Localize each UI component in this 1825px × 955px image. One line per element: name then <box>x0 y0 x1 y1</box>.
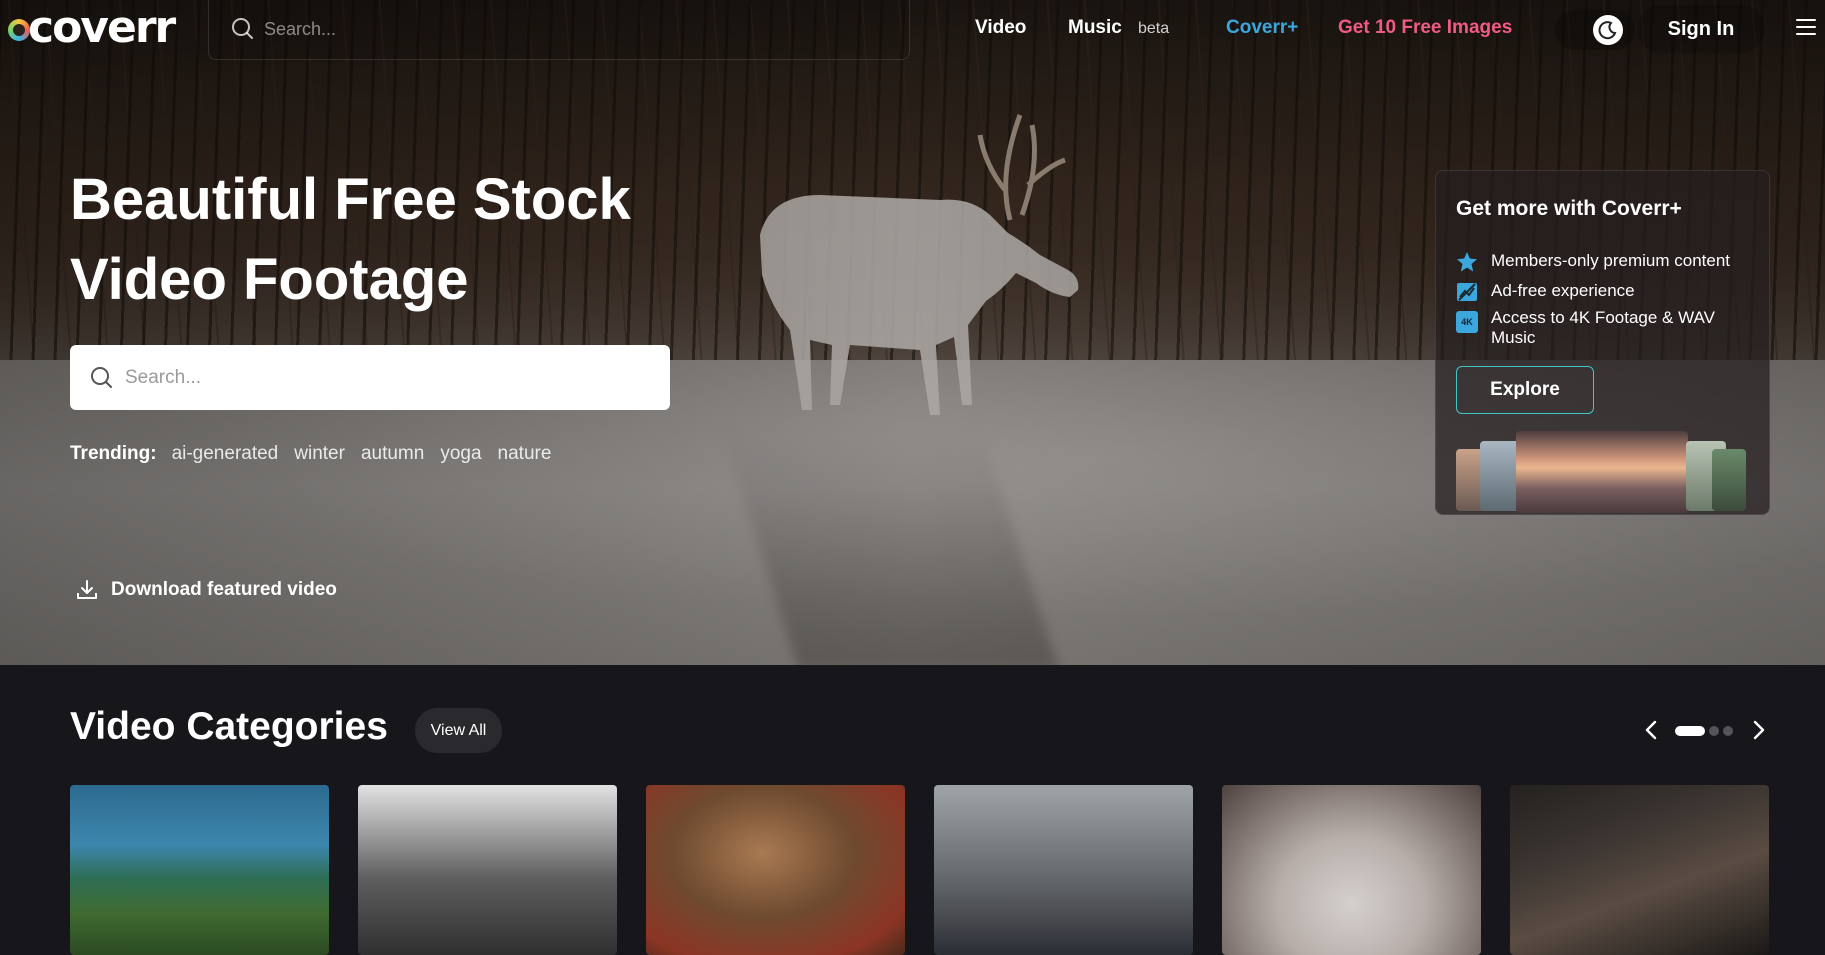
coverr-plus-card: Get more with Coverr+ Members-only premi… <box>1435 170 1770 515</box>
preview-thumbnails <box>1456 431 1756 514</box>
trending-tag-winter[interactable]: winter <box>294 443 345 465</box>
hero-search-box[interactable] <box>70 345 670 410</box>
view-all-button[interactable]: View All <box>415 708 502 753</box>
explore-button[interactable]: Explore <box>1456 366 1594 414</box>
feature-label: Access to 4K Footage & WAV Music <box>1491 308 1715 347</box>
trending-tag-nature[interactable]: nature <box>498 443 552 465</box>
ad-free-icon <box>1456 281 1478 303</box>
moon-icon <box>1593 15 1623 45</box>
headline-line-2: Video Footage <box>70 247 469 312</box>
preview-thumbnail <box>1480 441 1520 511</box>
trending-label: Trending: <box>70 443 157 464</box>
nav-link-music[interactable]: Music <box>1068 17 1122 39</box>
category-card[interactable] <box>646 785 905 955</box>
preview-thumbnail <box>1516 431 1688 513</box>
chevron-right-icon[interactable] <box>1746 718 1770 742</box>
pager-dot-3[interactable] <box>1723 726 1733 736</box>
trending-row: Trending: ai-generated winter autumn yog… <box>70 443 567 465</box>
feature-label: Members-only premium content <box>1491 251 1731 270</box>
search-icon <box>91 367 112 388</box>
pager-dot-1[interactable] <box>1675 726 1705 736</box>
hero-section: Beautiful Free Stock Video Footage Trend… <box>0 0 1825 665</box>
top-navigation: coverr Video Music beta Coverr+ Get 10 F… <box>0 0 1825 60</box>
category-card[interactable] <box>934 785 1193 955</box>
menu-icon[interactable] <box>1796 19 1816 37</box>
chevron-left-icon[interactable] <box>1640 718 1664 742</box>
nav-link-coverr-plus[interactable]: Coverr+ <box>1226 17 1298 39</box>
search-icon <box>232 18 253 39</box>
music-beta-badge: beta <box>1138 20 1170 37</box>
coverr-plus-card-title: Get more with Coverr+ <box>1456 197 1682 220</box>
coverr-logo[interactable]: coverr <box>8 2 176 54</box>
category-card[interactable] <box>1222 785 1481 955</box>
star-icon <box>1456 251 1478 273</box>
trending-tag-autumn[interactable]: autumn <box>361 443 424 465</box>
download-icon <box>77 580 97 599</box>
feature-4k-wav: 4K Access to 4K Footage & WAV Music <box>1456 308 1756 348</box>
download-featured-video-button[interactable]: Download featured video <box>75 578 337 602</box>
logo-text: coverr <box>28 2 176 53</box>
feature-premium-content: Members-only premium content <box>1456 251 1756 273</box>
hero-search-input[interactable] <box>125 362 645 394</box>
headline-line-1: Beautiful Free Stock <box>70 167 631 232</box>
hero-headline: Beautiful Free Stock Video Footage <box>70 160 690 320</box>
sign-in-button[interactable]: Sign In <box>1637 5 1765 53</box>
preview-thumbnail <box>1712 449 1746 511</box>
carousel-pager <box>1675 726 1737 736</box>
trending-tag-yoga[interactable]: yoga <box>440 443 481 465</box>
feature-label: Ad-free experience <box>1491 281 1635 300</box>
theme-toggle[interactable] <box>1555 10 1635 50</box>
download-label: Download featured video <box>111 579 337 600</box>
trending-tag-ai-generated[interactable]: ai-generated <box>172 443 279 465</box>
nav-search-input[interactable] <box>264 14 864 44</box>
logo-ring-icon <box>8 19 30 41</box>
pager-dot-2[interactable] <box>1709 726 1719 736</box>
4k-icon: 4K <box>1456 311 1478 333</box>
category-card[interactable] <box>70 785 329 955</box>
category-card[interactable] <box>358 785 617 955</box>
category-card[interactable] <box>1510 785 1769 955</box>
nav-link-video[interactable]: Video <box>975 17 1026 39</box>
video-categories-title: Video Categories <box>70 705 388 748</box>
nav-link-free-images[interactable]: Get 10 Free Images <box>1338 17 1512 39</box>
nav-search-box[interactable] <box>208 0 910 60</box>
feature-ad-free: Ad-free experience <box>1456 281 1756 303</box>
